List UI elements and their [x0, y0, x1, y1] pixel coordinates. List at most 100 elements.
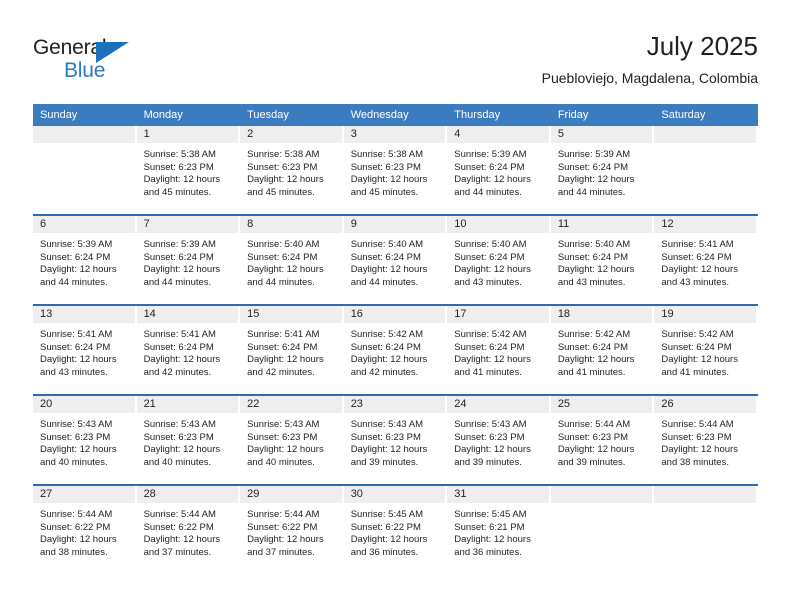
day-number: 27 [33, 486, 135, 503]
day-details: Sunrise: 5:43 AM Sunset: 6:23 PM Daylight:… [137, 413, 241, 469]
general-blue-logo[interactable]: General Blue [33, 36, 163, 92]
day-details: Sunrise: 5:44 AM Sunset: 6:22 PM Daylight:… [137, 503, 241, 559]
calendar-day-cell[interactable]: 3 Sunrise: 5:38 AM Sunset: 6:23 PM Daylight… [343, 126, 448, 216]
calendar-day-cell[interactable]: 18 Sunrise: 5:42 AM Sunset: 6:24 PM Dayligh… [550, 305, 655, 396]
daylight-duration-line1: Daylight: 12 hours [557, 354, 635, 366]
sunset-time: Sunset: 6:23 PM [143, 161, 214, 173]
day-number: 22 [240, 396, 342, 413]
calendar-day-cell[interactable]: 9 Sunrise: 5:40 AM Sunset: 6:24 PM Daylight… [343, 215, 448, 306]
sunrise-time: Sunrise: 5:42 AM [350, 329, 424, 340]
daylight-duration-line2: and 44 minutes. [557, 186, 626, 198]
day-number: 6 [33, 216, 135, 233]
sunrise-time: Sunrise: 5:41 AM [40, 329, 113, 340]
daylight-duration-line1: Daylight: 12 hours [247, 264, 324, 276]
calendar-day-cell[interactable]: 1 Sunrise: 5:38 AM Sunset: 6:23 PM Daylight… [136, 126, 241, 216]
calendar-day-cell[interactable]: 2 Sunrise: 5:38 AM Sunset: 6:23 PM Daylight… [240, 126, 344, 216]
calendar-day-cell[interactable]: 22 Sunrise: 5:43 AM Sunset: 6:23 PM Dayligh… [240, 395, 344, 486]
sunrise-time: Sunrise: 5:42 AM [454, 329, 527, 340]
day-details: Sunrise: 5:43 AM Sunset: 6:23 PM Daylight:… [344, 413, 448, 469]
daylight-duration-line2: and 37 minutes. [143, 546, 212, 558]
daylight-duration-line1: Daylight: 12 hours [40, 264, 117, 276]
daylight-duration-line1: Daylight: 12 hours [350, 444, 428, 456]
daylight-duration-line1: Daylight: 12 hours [454, 444, 531, 456]
calendar-day-cell[interactable]: 30 Sunrise: 5:45 AM Sunset: 6:22 PM Dayligh… [343, 485, 448, 574]
day-number: 26 [654, 396, 756, 413]
day-number: 25 [550, 396, 653, 413]
calendar-day-cell[interactable]: 17 Sunrise: 5:42 AM Sunset: 6:24 PM Dayligh… [447, 305, 551, 396]
daylight-duration-line1: Daylight: 12 hours [143, 534, 221, 546]
daylight-duration-line1: Daylight: 12 hours [143, 444, 221, 456]
day-details: Sunrise: 5:39 AM Sunset: 6:24 PM Daylight:… [447, 143, 551, 199]
calendar-day-cell[interactable]: 25 Sunrise: 5:44 AM Sunset: 6:23 PM Dayligh… [550, 395, 655, 486]
day-details: Sunrise: 5:44 AM Sunset: 6:22 PM Daylight:… [33, 503, 137, 559]
calendar-day-cell[interactable]: 20 Sunrise: 5:43 AM Sunset: 6:23 PM Dayligh… [33, 395, 137, 486]
sunrise-time: Sunrise: 5:43 AM [143, 419, 216, 430]
sunset-time: Sunset: 6:23 PM [247, 431, 318, 443]
calendar-body: 1 Sunrise: 5:38 AM Sunset: 6:23 PM Daylight… [33, 126, 758, 574]
day-details: Sunrise: 5:41 AM Sunset: 6:24 PM Daylight:… [137, 323, 241, 379]
daylight-duration-line2: and 41 minutes. [661, 366, 729, 378]
sunset-time: Sunset: 6:21 PM [454, 521, 525, 533]
calendar-day-cell[interactable]: 23 Sunrise: 5:43 AM Sunset: 6:23 PM Dayligh… [343, 395, 448, 486]
daylight-duration-line1: Daylight: 12 hours [247, 444, 324, 456]
sunrise-time: Sunrise: 5:40 AM [247, 239, 320, 250]
calendar-day-cell[interactable]: 19 Sunrise: 5:42 AM Sunset: 6:24 PM Dayligh… [654, 305, 758, 396]
daylight-duration-line2: and 42 minutes. [350, 366, 419, 378]
day-details: Sunrise: 5:43 AM Sunset: 6:23 PM Daylight:… [240, 413, 344, 469]
calendar-day-cell[interactable]: 21 Sunrise: 5:43 AM Sunset: 6:23 PM Dayligh… [136, 395, 241, 486]
daylight-duration-line2: and 39 minutes. [454, 456, 522, 468]
calendar-day-cell-empty [654, 126, 758, 216]
calendar-day-cell[interactable]: 15 Sunrise: 5:41 AM Sunset: 6:24 PM Dayligh… [240, 305, 344, 396]
calendar-day-cell[interactable]: 27 Sunrise: 5:44 AM Sunset: 6:22 PM Dayligh… [33, 485, 137, 574]
calendar-day-cell[interactable]: 4 Sunrise: 5:39 AM Sunset: 6:24 PM Daylight… [447, 126, 551, 216]
sunrise-time: Sunrise: 5:40 AM [454, 239, 527, 250]
calendar-day-cell[interactable]: 31 Sunrise: 5:45 AM Sunset: 6:21 PM Dayligh… [447, 485, 551, 574]
day-number: 28 [136, 486, 239, 503]
sunset-time: Sunset: 6:23 PM [350, 161, 421, 173]
calendar-day-cell[interactable]: 8 Sunrise: 5:40 AM Sunset: 6:24 PM Daylight… [240, 215, 344, 306]
calendar-day-cell[interactable]: 11 Sunrise: 5:40 AM Sunset: 6:24 PM Dayligh… [550, 215, 655, 306]
daylight-duration-line1: Daylight: 12 hours [661, 444, 738, 456]
sunset-time: Sunset: 6:23 PM [454, 431, 525, 443]
calendar-day-cell[interactable]: 5 Sunrise: 5:39 AM Sunset: 6:24 PM Daylight… [550, 126, 655, 216]
day-details: Sunrise: 5:44 AM Sunset: 6:23 PM Daylight:… [551, 413, 655, 469]
calendar-day-cell[interactable]: 28 Sunrise: 5:44 AM Sunset: 6:22 PM Dayligh… [136, 485, 241, 574]
daylight-duration-line2: and 36 minutes. [350, 546, 419, 558]
sunrise-time: Sunrise: 5:39 AM [40, 239, 113, 250]
calendar-day-cell[interactable]: 14 Sunrise: 5:41 AM Sunset: 6:24 PM Dayligh… [136, 305, 241, 396]
day-number: 24 [447, 396, 549, 413]
daylight-duration-line2: and 40 minutes. [143, 456, 212, 468]
daylight-duration-line2: and 43 minutes. [557, 276, 626, 288]
calendar-day-cell[interactable]: 10 Sunrise: 5:40 AM Sunset: 6:24 PM Dayligh… [447, 215, 551, 306]
daylight-duration-line1: Daylight: 12 hours [661, 264, 738, 276]
daylight-duration-line2: and 41 minutes. [454, 366, 522, 378]
sunrise-time: Sunrise: 5:38 AM [350, 149, 424, 160]
calendar-day-cell[interactable]: 24 Sunrise: 5:43 AM Sunset: 6:23 PM Dayligh… [447, 395, 551, 486]
calendar-week-row: 27 Sunrise: 5:44 AM Sunset: 6:22 PM Dayligh… [33, 485, 758, 574]
calendar-day-cell[interactable]: 29 Sunrise: 5:44 AM Sunset: 6:22 PM Dayligh… [240, 485, 344, 574]
calendar-day-cell[interactable]: 12 Sunrise: 5:41 AM Sunset: 6:24 PM Dayligh… [654, 215, 758, 306]
calendar-day-cell[interactable]: 26 Sunrise: 5:44 AM Sunset: 6:23 PM Dayligh… [654, 395, 758, 486]
day-number: 13 [33, 306, 135, 323]
daylight-duration-line1: Daylight: 12 hours [350, 354, 428, 366]
day-details: Sunrise: 5:44 AM Sunset: 6:23 PM Daylight:… [654, 413, 758, 469]
calendar-day-cell[interactable]: 7 Sunrise: 5:39 AM Sunset: 6:24 PM Daylight… [136, 215, 241, 306]
sunrise-time: Sunrise: 5:44 AM [557, 419, 631, 430]
sunrise-time: Sunrise: 5:39 AM [454, 149, 527, 160]
calendar-day-cell[interactable]: 6 Sunrise: 5:39 AM Sunset: 6:24 PM Daylight… [33, 215, 137, 306]
calendar-day-cell[interactable]: 16 Sunrise: 5:42 AM Sunset: 6:24 PM Dayligh… [343, 305, 448, 396]
day-details: Sunrise: 5:38 AM Sunset: 6:23 PM Daylight:… [137, 143, 241, 199]
daylight-duration-line2: and 39 minutes. [350, 456, 419, 468]
sunset-time: Sunset: 6:24 PM [557, 161, 629, 173]
sunset-time: Sunset: 6:24 PM [557, 341, 629, 353]
sunset-time: Sunset: 6:24 PM [454, 251, 525, 263]
sunrise-time: Sunrise: 5:44 AM [247, 509, 320, 520]
sunrise-time: Sunrise: 5:44 AM [40, 509, 113, 520]
daylight-duration-line1: Daylight: 12 hours [350, 174, 428, 186]
calendar-day-cell[interactable]: 13 Sunrise: 5:41 AM Sunset: 6:24 PM Dayligh… [33, 305, 137, 396]
day-number: 23 [343, 396, 446, 413]
daylight-duration-line1: Daylight: 12 hours [247, 534, 324, 546]
daylight-duration-line2: and 38 minutes. [661, 456, 729, 468]
weekday-header-sunday: Sunday [33, 104, 137, 126]
day-details: Sunrise: 5:44 AM Sunset: 6:22 PM Daylight:… [240, 503, 344, 559]
